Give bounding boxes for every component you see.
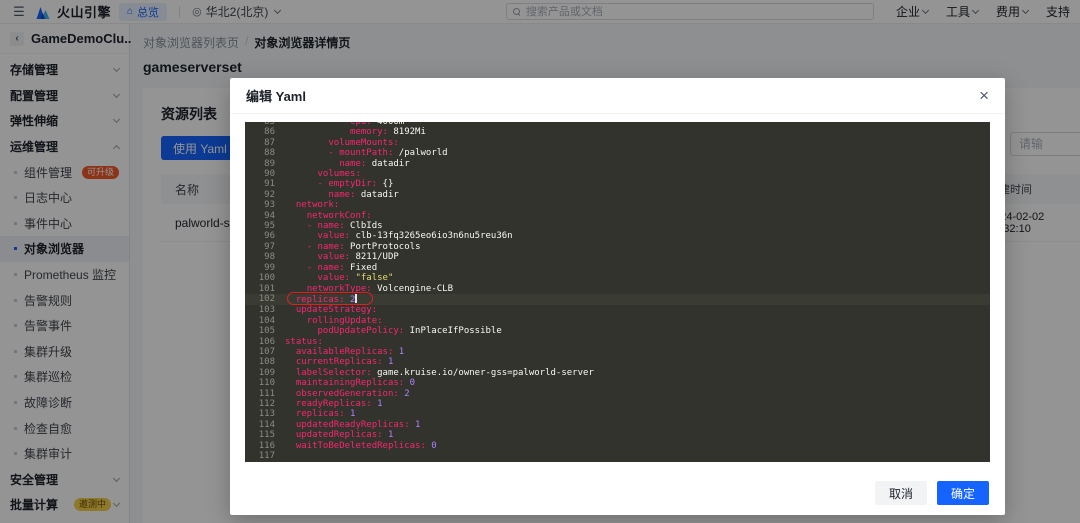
editor-line-114[interactable]: 114 updatedReadyReplicas: 1 [245,420,990,430]
app-window: ☰ 火山引擎 ⌂ 总览 ◎ 华北2(北京) 企业 [0,0,1080,523]
line-number: 106 [245,337,275,347]
line-number: 103 [245,305,275,315]
yaml-editor[interactable]: 85 cpu: 4000m86 memory: 8192Mi87 volumeM… [245,122,990,462]
editor-line-91[interactable]: 91 - emptyDir: {} [245,179,990,189]
editor-line-96[interactable]: 96 value: clb-13fq3265eo6io3n6nu5reu36n [245,231,990,241]
editor-line-110[interactable]: 110 maintainingReplicas: 0 [245,378,990,388]
line-number: 101 [245,284,275,294]
editor-line-111[interactable]: 111 observedGeneration: 2 [245,389,990,399]
editor-line-115[interactable]: 115 updatedReplicas: 1 [245,430,990,440]
editor-line-112[interactable]: 112 readyReplicas: 1 [245,399,990,409]
line-number: 91 [245,179,275,189]
modal-footer: 取消 确定 [875,481,989,505]
editor-line-103[interactable]: 103 updateStrategy: [245,305,990,315]
line-number: 95 [245,221,275,231]
editor-line-100[interactable]: 100 value: "false" [245,273,990,283]
editor-line-105[interactable]: 105 podUpdatePolicy: InPlaceIfPossible [245,326,990,336]
confirm-button[interactable]: 确定 [937,481,989,505]
editor-line-99[interactable]: 99 - name: Fixed [245,263,990,273]
line-number: 98 [245,252,275,262]
line-number: 114 [245,420,275,430]
line-number: 86 [245,127,275,137]
line-number: 97 [245,242,275,252]
editor-line-107[interactable]: 107 availableReplicas: 1 [245,347,990,357]
line-number: 90 [245,169,275,179]
close-icon[interactable]: × [979,87,989,104]
editor-line-106[interactable]: 106status: [245,337,990,347]
editor-line-90[interactable]: 90 volumes: [245,169,990,179]
editor-line-87[interactable]: 87 volumeMounts: [245,138,990,148]
line-number: 89 [245,159,275,169]
line-number: 113 [245,409,275,419]
editor-line-116[interactable]: 116 waitToBeDeletedReplicas: 0 [245,441,990,451]
editor-line-101[interactable]: 101 networkType: Volcengine-CLB [245,284,990,294]
editor-line-108[interactable]: 108 currentReplicas: 1 [245,357,990,367]
editor-line-92[interactable]: 92 name: datadir [245,190,990,200]
line-number: 88 [245,148,275,158]
yaml-editor-lines: 85 cpu: 4000m86 memory: 8192Mi87 volumeM… [245,122,990,461]
editor-line-86[interactable]: 86 memory: 8192Mi [245,127,990,137]
line-number: 96 [245,231,275,241]
edit-yaml-modal: 编辑 Yaml × 85 cpu: 4000m86 memory: 8192Mi… [230,78,1005,515]
line-number: 92 [245,190,275,200]
editor-line-98[interactable]: 98 value: 8211/UDP [245,252,990,262]
editor-line-104[interactable]: 104 rollingUpdate: [245,316,990,326]
editor-line-93[interactable]: 93 network: [245,200,990,210]
editor-line-102[interactable]: 102 replicas: 2 [245,294,990,305]
line-number: 100 [245,273,275,283]
modal-title: 编辑 Yaml [246,86,306,105]
line-number: 99 [245,263,275,273]
editor-line-109[interactable]: 109 labelSelector: game.kruise.io/owner-… [245,368,990,378]
editor-line-117[interactable]: 117 [245,451,990,461]
line-number: 93 [245,200,275,210]
line-number: 94 [245,211,275,221]
cancel-button[interactable]: 取消 [875,481,927,505]
line-number: 107 [245,347,275,357]
line-number: 110 [245,378,275,388]
line-number: 112 [245,399,275,409]
line-number: 115 [245,430,275,440]
modal-header: 编辑 Yaml × [230,78,1005,114]
line-number: 105 [245,326,275,336]
line-number: 117 [245,451,275,461]
editor-line-113[interactable]: 113 replicas: 1 [245,409,990,419]
line-number: 116 [245,441,275,451]
editor-line-88[interactable]: 88 - mountPath: /palworld [245,148,990,158]
editor-line-94[interactable]: 94 networkConf: [245,211,990,221]
line-number: 111 [245,389,275,399]
editor-line-89[interactable]: 89 name: datadir [245,159,990,169]
line-number: 109 [245,368,275,378]
line-number: 104 [245,316,275,326]
line-number: 102 [245,294,275,305]
line-number: 87 [245,138,275,148]
editor-line-97[interactable]: 97 - name: PortProtocols [245,242,990,252]
line-number: 108 [245,357,275,367]
text-cursor [355,294,356,304]
editor-line-95[interactable]: 95 - name: ClbIds [245,221,990,231]
